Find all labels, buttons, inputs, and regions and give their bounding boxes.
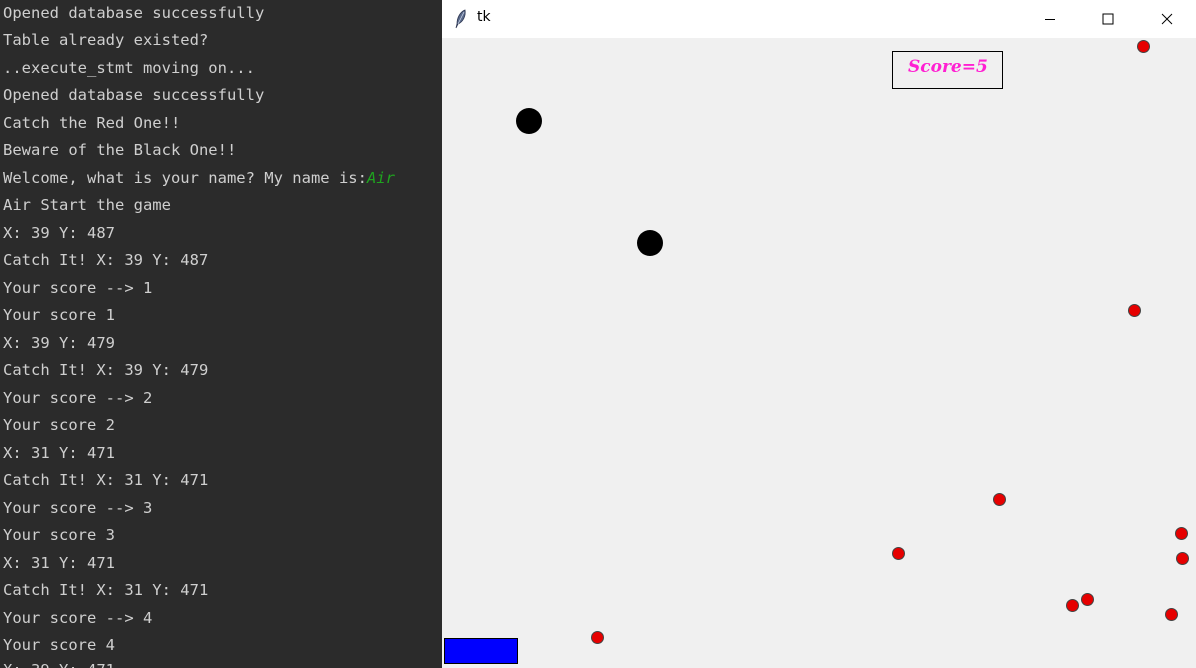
red-ball <box>1165 608 1178 621</box>
user-input-text: Air <box>366 169 395 187</box>
console-line-prompt: Welcome, what is your name? My name is:A… <box>3 168 395 188</box>
score-label: Score=5 <box>908 57 988 77</box>
player-paddle[interactable] <box>444 638 518 664</box>
console-line: Your score 2 <box>3 416 115 434</box>
close-button[interactable] <box>1138 0 1196 38</box>
red-ball <box>1137 40 1150 53</box>
red-ball <box>993 493 1006 506</box>
black-ball <box>637 230 663 256</box>
console-line: Your score --> 1 <box>3 279 153 297</box>
feather-icon <box>455 9 466 29</box>
score-box: Score=5 <box>892 51 1003 89</box>
tk-window: tk Score=5 <box>442 0 1196 668</box>
console-output: Opened database successfully Table alrea… <box>0 0 442 668</box>
red-ball <box>1128 304 1141 317</box>
black-ball <box>516 108 542 134</box>
console-line: Opened database successfully <box>3 86 265 104</box>
console-line: Catch It! X: 31 Y: 471 <box>3 471 209 489</box>
red-ball <box>1081 593 1094 606</box>
console-line: Table already existed? <box>3 31 209 49</box>
game-canvas[interactable]: Score=5 <box>442 38 1196 668</box>
window-title: tk <box>477 9 491 25</box>
console-line: Your score --> 4 <box>3 609 153 627</box>
console-line: X: 39 Y: 471 <box>3 660 115 668</box>
maximize-button[interactable] <box>1079 0 1137 38</box>
red-ball <box>892 547 905 560</box>
red-ball <box>1175 527 1188 540</box>
minimize-icon <box>1045 19 1055 20</box>
red-ball <box>1176 552 1189 565</box>
console-line: Your score --> 3 <box>3 499 153 517</box>
console-line: Catch It! X: 31 Y: 471 <box>3 581 209 599</box>
console-line: Your score 3 <box>3 526 115 544</box>
red-ball <box>591 631 604 644</box>
red-ball <box>1066 599 1079 612</box>
console-line: X: 39 Y: 487 <box>3 224 115 242</box>
console-line: Air Start the game <box>3 196 171 214</box>
console-line: Catch the Red One!! <box>3 114 181 132</box>
console-line: X: 31 Y: 471 <box>3 444 115 462</box>
maximize-icon <box>1102 13 1114 25</box>
console-line: Your score 4 <box>3 636 115 654</box>
console-line: Catch It! X: 39 Y: 479 <box>3 361 209 379</box>
console-line: Catch It! X: 39 Y: 487 <box>3 251 209 269</box>
minimize-button[interactable] <box>1021 0 1079 38</box>
prompt-text: Welcome, what is your name? My name is: <box>3 169 367 187</box>
console-line: ..execute_stmt moving on... <box>3 59 255 77</box>
console-line: Beware of the Black One!! <box>3 141 237 159</box>
console-line: Opened database successfully <box>3 4 265 22</box>
console-line: Your score --> 2 <box>3 389 153 407</box>
console-line: X: 31 Y: 471 <box>3 554 115 572</box>
close-icon <box>1161 13 1173 25</box>
console-line: X: 39 Y: 479 <box>3 334 115 352</box>
console-line: Your score 1 <box>3 306 115 324</box>
title-bar[interactable]: tk <box>442 0 1196 38</box>
